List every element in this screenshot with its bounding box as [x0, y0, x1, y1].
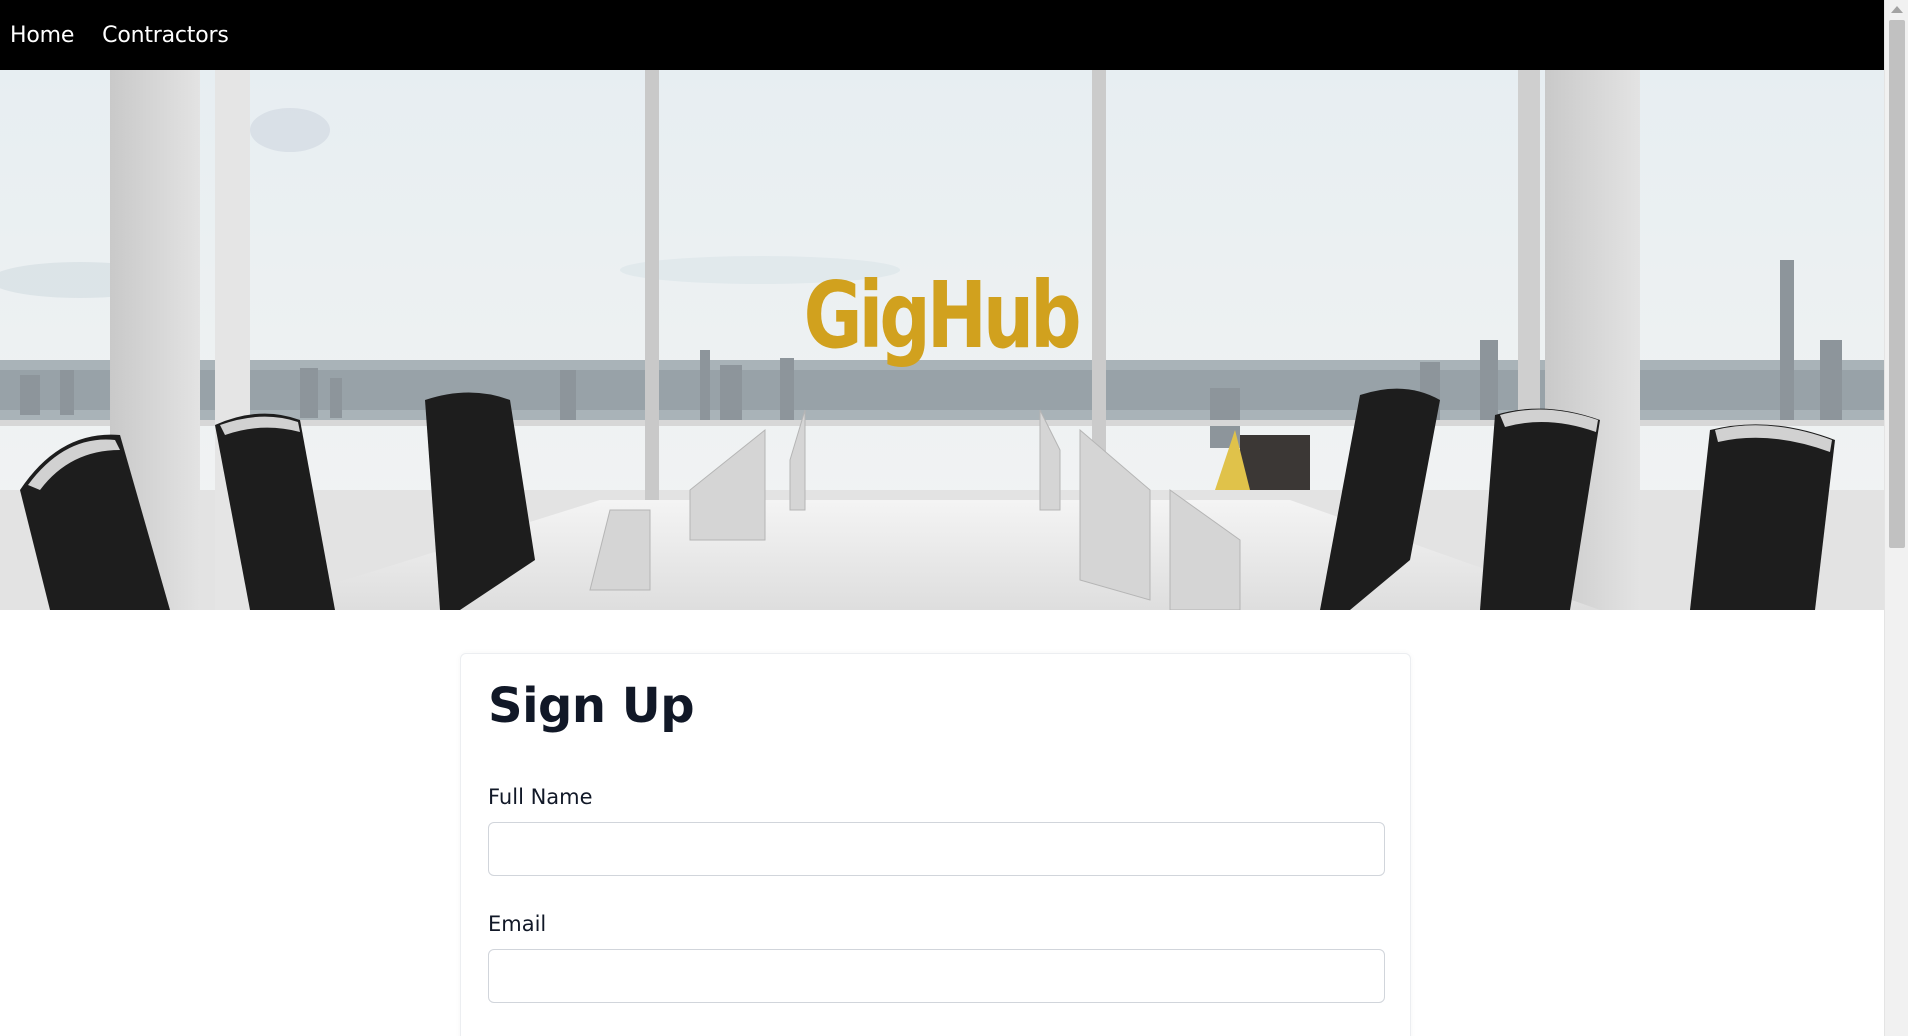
page-viewport: Home Contractors GigHub Sign Up Full Nam… [0, 0, 1884, 1036]
full-name-input[interactable] [488, 821, 1385, 876]
scroll-up-arrow-icon[interactable] [1891, 6, 1903, 13]
top-navbar: Home Contractors [0, 0, 1884, 70]
email-field-group: Email [488, 911, 1385, 1003]
brand-logo-text: GigHub [803, 262, 1082, 369]
full-name-field-group: Full Name [488, 784, 1385, 876]
hero-banner: GigHub [0, 70, 1884, 610]
nav-link-contractors[interactable]: Contractors [102, 23, 229, 48]
signup-card: Sign Up Full Name Email [460, 653, 1411, 1036]
signup-title: Sign Up [488, 678, 695, 734]
vertical-scrollbar[interactable] [1884, 0, 1908, 1036]
email-label: Email [488, 911, 547, 936]
nav-link-home[interactable]: Home [10, 23, 74, 48]
email-input[interactable] [488, 948, 1385, 1003]
full-name-label: Full Name [488, 784, 593, 809]
scrollbar-thumb[interactable] [1889, 20, 1905, 548]
